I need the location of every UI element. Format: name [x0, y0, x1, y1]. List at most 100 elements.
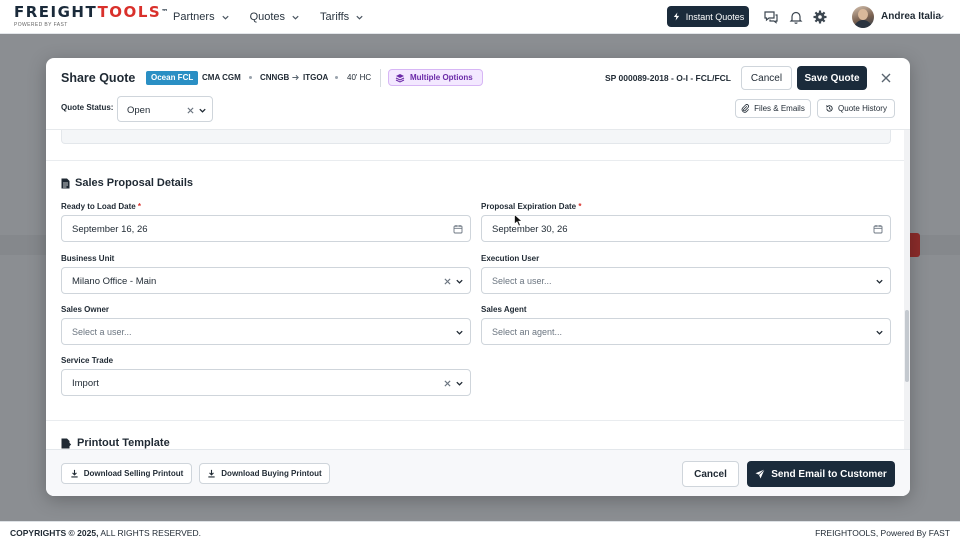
service-trade-select[interactable]: Import — [61, 369, 471, 396]
execution-user-select[interactable]: Select a user... — [481, 267, 891, 294]
freightools-logo[interactable]: FREIGHTTOOLS™ POWERED BY FAST — [14, 3, 168, 29]
bell-icon[interactable] — [788, 9, 804, 25]
history-icon — [826, 105, 833, 112]
ready-to-load-label-text: Ready to Load Date — [61, 202, 136, 211]
paperclip-icon — [741, 104, 750, 113]
header-cancel-button[interactable]: Cancel — [741, 66, 792, 90]
previous-section-card — [61, 130, 891, 144]
origin-port: CNNGB — [260, 73, 290, 82]
modal-footer: Download Selling Printout Download Buyin… — [46, 449, 910, 496]
business-unit-select[interactable]: Milano Office - Main — [61, 267, 471, 294]
send-email-button[interactable]: Send Email to Customer — [747, 461, 895, 487]
calendar-icon[interactable] — [453, 224, 463, 234]
header-divider — [380, 69, 381, 87]
quote-status-label: Quote Status: — [61, 103, 114, 112]
sales-owner-placeholder: Select a user... — [72, 327, 132, 337]
clear-icon[interactable] — [187, 107, 194, 114]
chevron-down-icon — [456, 381, 463, 386]
carrier-name: CMA CGM — [202, 73, 241, 82]
footer-cancel-button[interactable]: Cancel — [682, 461, 739, 487]
sales-agent-select[interactable]: Select an agent... — [481, 318, 891, 345]
proposal-expiration-label-text: Proposal Expiration Date — [481, 202, 577, 211]
equipment-type: 40' HC — [347, 73, 372, 82]
sales-agent-label: Sales Agent — [481, 305, 527, 314]
separator-dot — [249, 76, 252, 79]
download-selling-printout-button[interactable]: Download Selling Printout — [61, 463, 192, 484]
logo-tagline: POWERED BY FAST — [14, 22, 68, 28]
instant-quotes-button[interactable]: Instant Quotes — [667, 6, 749, 27]
mouse-cursor-icon — [514, 214, 523, 227]
required-marker: * — [578, 202, 582, 211]
nav-partners-label: Partners — [173, 11, 215, 23]
printout-template-heading: Printout Template — [61, 437, 170, 449]
ready-to-load-value: September 16, 26 — [72, 224, 148, 235]
ready-to-load-date-input[interactable]: September 16, 26 — [61, 215, 471, 242]
powered-by-text: FREIGHTOOLS, Powered By FAST — [815, 527, 950, 538]
chat-icon[interactable] — [763, 9, 779, 25]
document-icon — [61, 438, 72, 448]
user-name[interactable]: Andrea Italia — [881, 11, 941, 22]
quote-reference: SP 000089-2018 - O-I - FCL/FCL — [605, 73, 731, 83]
download-buying-printout-button[interactable]: Download Buying Printout — [199, 463, 330, 484]
business-unit-value: Milano Office - Main — [72, 276, 157, 287]
ready-to-load-label: Ready to Load Date * — [61, 202, 141, 211]
scrollbar-thumb[interactable] — [905, 310, 909, 382]
execution-user-placeholder: Select a user... — [492, 276, 552, 286]
calendar-icon[interactable] — [873, 224, 883, 234]
instant-quotes-label: Instant Quotes — [685, 11, 745, 22]
required-marker: * — [137, 202, 142, 211]
main-nav-menu: Partners Quotes Tariffs — [173, 0, 364, 34]
copyright-rest: ALL RIGHTS RESERVED. — [98, 527, 201, 538]
modal-body[interactable]: Sales Proposal Details Ready to Load Dat… — [46, 130, 910, 449]
clear-icon[interactable] — [444, 380, 451, 387]
multiple-options-badge[interactable]: Multiple Options — [388, 69, 483, 86]
quote-status-select[interactable]: Open — [117, 96, 213, 122]
files-emails-label: Files & Emails — [754, 104, 805, 113]
sales-owner-select[interactable]: Select a user... — [61, 318, 471, 345]
close-icon[interactable] — [880, 72, 892, 84]
gear-icon[interactable] — [812, 9, 828, 25]
layers-icon — [395, 73, 405, 83]
clear-icon[interactable] — [444, 278, 451, 285]
send-email-label: Send Email to Customer — [771, 468, 887, 480]
modal-scrollbar[interactable] — [904, 130, 910, 449]
chevron-down-icon — [199, 108, 206, 113]
chevron-down-icon — [876, 330, 883, 335]
quote-history-label: Quote History — [838, 104, 887, 113]
sales-owner-label: Sales Owner — [61, 305, 110, 314]
send-icon — [755, 469, 765, 479]
files-emails-button[interactable]: Files & Emails — [735, 99, 811, 118]
execution-user-label: Execution User — [481, 254, 540, 263]
sales-proposal-title: Sales Proposal Details — [75, 177, 193, 189]
nav-partners[interactable]: Partners — [173, 11, 230, 23]
quote-history-button[interactable]: Quote History — [817, 99, 895, 118]
nav-tariffs[interactable]: Tariffs — [320, 11, 364, 23]
section-divider — [46, 420, 904, 421]
nav-quotes[interactable]: Quotes — [250, 11, 300, 23]
user-avatar[interactable] — [852, 6, 874, 28]
top-navigation-bar: FREIGHTTOOLS™ POWERED BY FAST Partners Q… — [0, 0, 960, 34]
chevron-down-icon — [292, 15, 299, 20]
section-divider — [46, 160, 904, 161]
service-trade-value: Import — [72, 378, 99, 389]
chevron-down-icon — [356, 15, 363, 20]
copyright-text: COPYRIGHTS © 2025, ALL RIGHTS RESERVED. — [10, 528, 201, 538]
quote-status-value: Open — [127, 105, 151, 116]
proposal-expiration-date-input[interactable]: September 30, 26 — [481, 215, 891, 242]
save-quote-button[interactable]: Save Quote — [797, 66, 867, 90]
logo-text-dark: FREIGHT — [14, 3, 98, 21]
logo-trademark: ™ — [161, 8, 170, 16]
printout-template-title: Printout Template — [77, 437, 170, 449]
separator-dot — [335, 76, 338, 79]
share-quote-modal: Share Quote Ocean FCL CMA CGM CNNGB ITGO… — [46, 58, 910, 496]
modal-header: Share Quote Ocean FCL CMA CGM CNNGB ITGO… — [46, 58, 910, 130]
business-unit-label: Business Unit — [61, 254, 115, 263]
arrow-right-icon — [292, 74, 299, 81]
sales-agent-placeholder: Select an agent... — [492, 327, 563, 337]
chevron-down-icon[interactable] — [937, 13, 945, 21]
document-icon — [61, 178, 70, 188]
logo-text-red: TOOLS — [97, 3, 162, 21]
bolt-icon — [673, 12, 679, 21]
multiple-options-label: Multiple Options — [410, 73, 473, 82]
nav-tariffs-label: Tariffs — [320, 11, 350, 23]
